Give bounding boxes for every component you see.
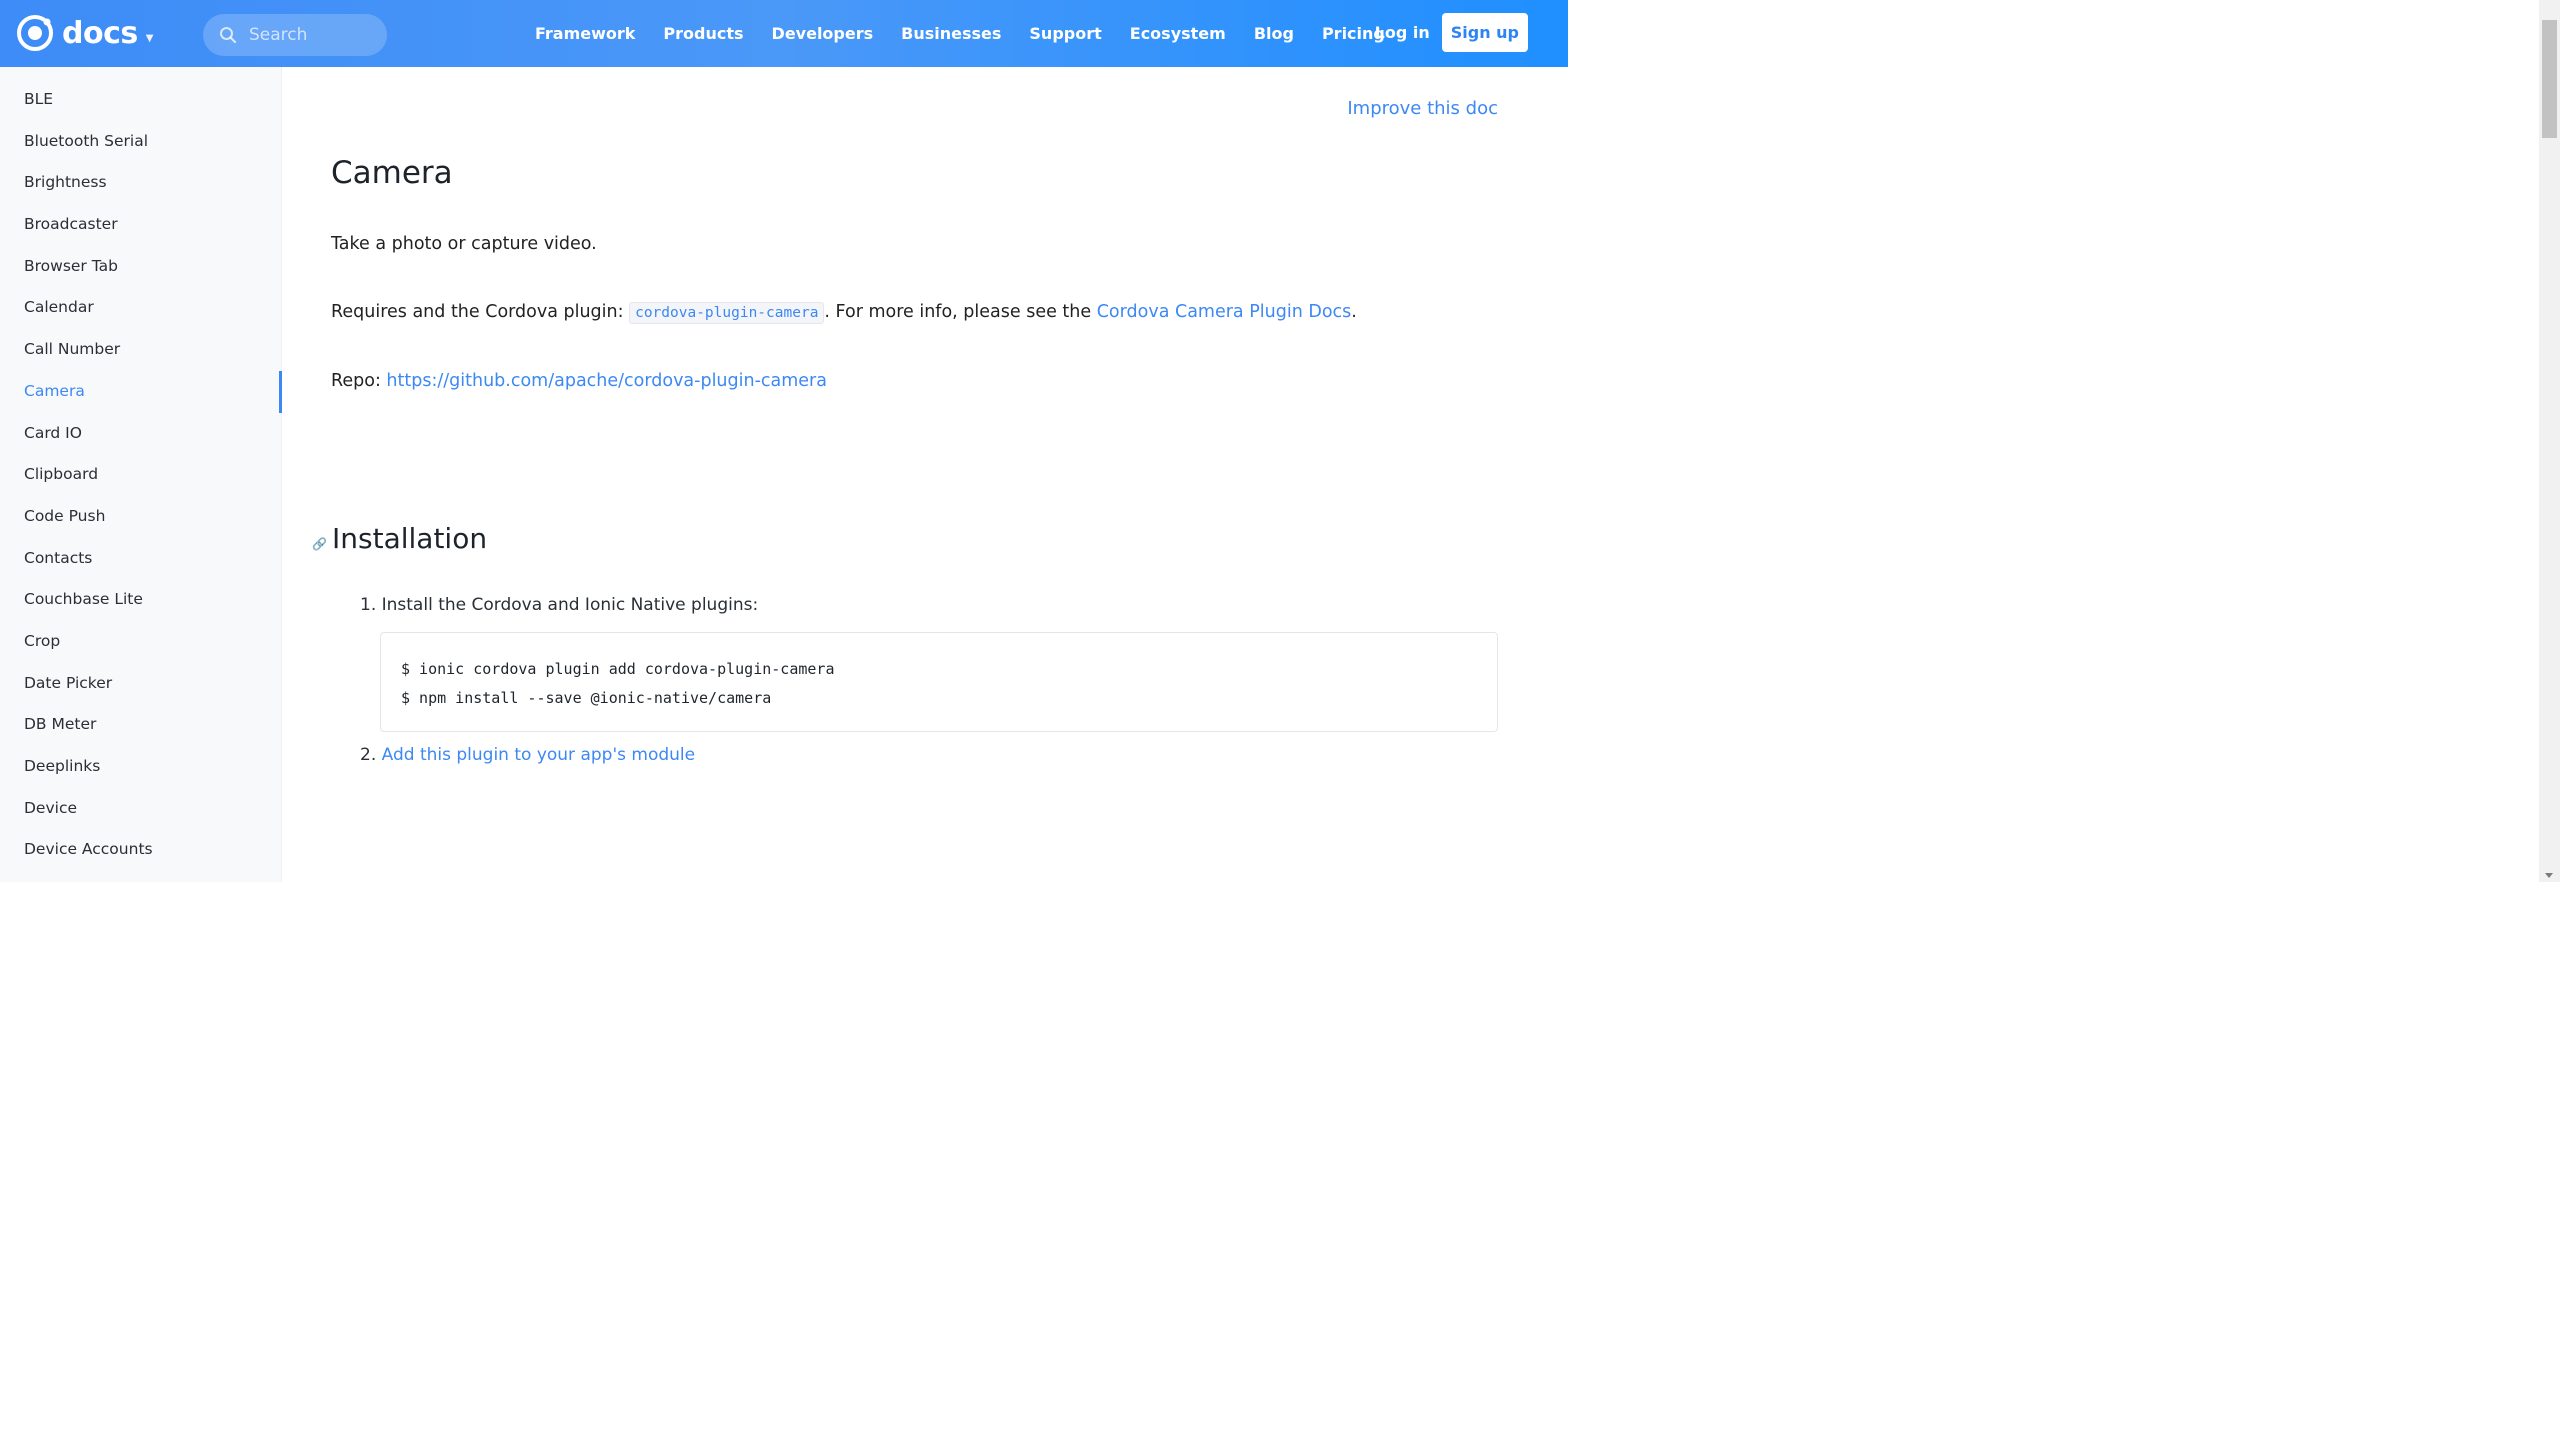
add-plugin-module-link[interactable]: Add this plugin to your app's module <box>382 745 695 765</box>
sidebar-item-device-accounts[interactable]: Device Accounts <box>0 829 281 871</box>
installation-heading: Installation <box>332 522 488 555</box>
login-link[interactable]: Log in <box>1375 23 1430 42</box>
nav-framework[interactable]: Framework <box>535 24 635 43</box>
logo-text: docs <box>62 15 138 51</box>
requires-middle: . For more info, please see the <box>824 302 1097 322</box>
sidebar-item-couchbase-lite[interactable]: Couchbase Lite <box>0 579 281 621</box>
install-code-block: $ ionic cordova plugin add cordova-plugi… <box>380 632 1498 732</box>
description: Take a photo or capture video. <box>331 234 597 254</box>
scroll-down-arrow-icon[interactable] <box>2545 873 2553 878</box>
sidebar-item-deeplinks[interactable]: Deeplinks <box>0 746 281 788</box>
sidebar-item-ble[interactable]: BLE <box>0 79 281 121</box>
sidebar-item-calendar[interactable]: Calendar <box>0 287 281 329</box>
repo-link[interactable]: https://github.com/apache/cordova-plugin… <box>386 371 827 391</box>
code-line: $ ionic cordova plugin add cordova-plugi… <box>401 660 835 678</box>
sidebar-item-clipboard[interactable]: Clipboard <box>0 454 281 496</box>
page-scrollbar[interactable] <box>2539 0 2560 882</box>
top-header: docs ▼ Framework Products Developers Bus… <box>0 0 1568 67</box>
auth-links: Log in Sign up <box>1375 13 1528 52</box>
repo-paragraph: Repo: https://github.com/apache/cordova-… <box>331 371 827 391</box>
requires-paragraph: Requires and the Cordova plugin: cordova… <box>331 302 1357 324</box>
code-line: $ npm install --save @ionic-native/camer… <box>401 689 772 707</box>
cordova-docs-link[interactable]: Cordova Camera Plugin Docs <box>1097 302 1352 322</box>
sidebar-item-brightness[interactable]: Brightness <box>0 162 281 204</box>
sidebar-item-browser-tab[interactable]: Browser Tab <box>0 246 281 288</box>
sidebar-item-bluetooth-serial[interactable]: Bluetooth Serial <box>0 121 281 163</box>
nav-ecosystem[interactable]: Ecosystem <box>1130 24 1226 43</box>
requires-prefix: Requires and the Cordova plugin: <box>331 302 630 322</box>
sidebar-item-code-push[interactable]: Code Push <box>0 496 281 538</box>
install-step-1: 1. Install the Cordova and Ionic Native … <box>360 595 759 615</box>
main-nav: Framework Products Developers Businesses… <box>535 0 1385 67</box>
requires-suffix: . <box>1351 302 1357 322</box>
link-anchor-icon[interactable]: 🔗 <box>312 537 327 551</box>
sidebar: BLE Bluetooth Serial Brightness Broadcas… <box>0 67 282 882</box>
sidebar-item-db-meter[interactable]: DB Meter <box>0 704 281 746</box>
sidebar-item-device[interactable]: Device <box>0 788 281 830</box>
install-step-2: 2. Add this plugin to your app's module <box>360 745 695 765</box>
page-title: Camera <box>331 155 453 191</box>
ionic-logo-icon <box>17 15 53 51</box>
signup-button[interactable]: Sign up <box>1441 13 1528 52</box>
repo-label: Repo: <box>331 371 387 391</box>
scrollbar-thumb[interactable] <box>2542 20 2557 138</box>
sidebar-item-call-number[interactable]: Call Number <box>0 329 281 371</box>
step-2-number: 2. <box>360 745 382 765</box>
nav-developers[interactable]: Developers <box>772 24 874 43</box>
sidebar-item-broadcaster[interactable]: Broadcaster <box>0 204 281 246</box>
improve-doc-link[interactable]: Improve this doc <box>1347 98 1498 119</box>
search-box[interactable] <box>203 14 387 56</box>
sidebar-item-crop[interactable]: Crop <box>0 621 281 663</box>
sidebar-item-card-io[interactable]: Card IO <box>0 413 281 455</box>
docs-logo[interactable]: docs ▼ <box>16 14 153 52</box>
nav-blog[interactable]: Blog <box>1254 24 1294 43</box>
sidebar-item-camera[interactable]: Camera <box>0 370 282 413</box>
plugin-code: cordova-plugin-camera <box>629 302 825 324</box>
nav-businesses[interactable]: Businesses <box>901 24 1001 43</box>
nav-support[interactable]: Support <box>1029 24 1101 43</box>
main-content: Improve this doc Camera Take a photo or … <box>282 67 1547 882</box>
search-input[interactable] <box>247 24 367 46</box>
sidebar-item-contacts[interactable]: Contacts <box>0 538 281 580</box>
sidebar-item-date-picker[interactable]: Date Picker <box>0 663 281 705</box>
nav-products[interactable]: Products <box>663 24 743 43</box>
search-icon <box>220 27 237 44</box>
chevron-down-icon[interactable]: ▼ <box>146 33 154 44</box>
